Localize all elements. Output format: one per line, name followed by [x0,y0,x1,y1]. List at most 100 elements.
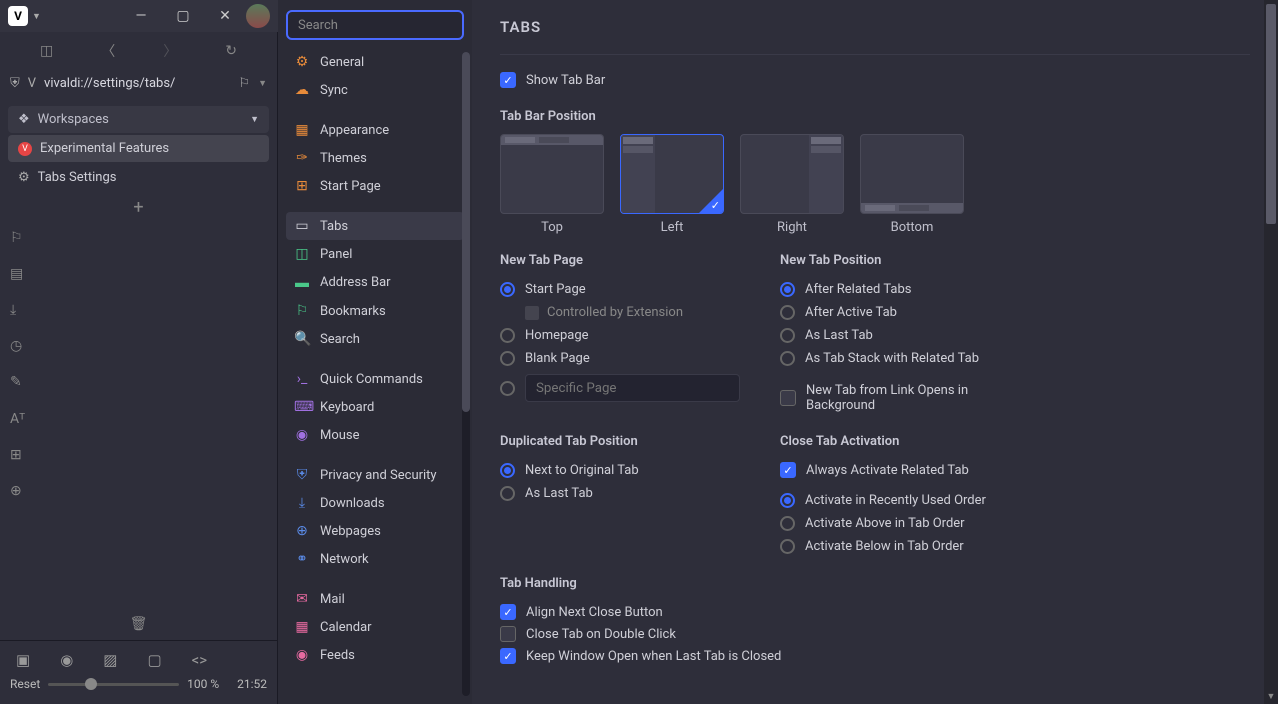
nav-startpage[interactable]: ⊞Start Page [286,172,464,200]
profile-avatar[interactable] [246,4,270,28]
radio-start-page[interactable]: Start Page [500,278,740,301]
settings-content: TABS ✓ Show Tab Bar Tab Bar Position Top… [472,0,1278,704]
tab-label: Tabs Settings [38,170,117,185]
tab-position-bottom[interactable]: Bottom [860,134,964,235]
radio-as-stack[interactable]: As Tab Stack with Related Tab [780,347,1020,370]
shield-icon: ⛨ [294,467,310,483]
downloads-panel-icon[interactable]: ⤓ [10,302,34,318]
new-tab-button[interactable]: + [8,191,269,224]
code-icon[interactable]: <> [192,651,207,669]
scroll-down-icon[interactable]: ▼ [1264,691,1278,702]
address-bar[interactable]: ⛨ V vivaldi://settings/tabs/ ⚐ ▼ [0,66,277,100]
search-icon: 🔍 [294,331,310,347]
radio-homepage[interactable]: Homepage [500,324,740,347]
radio-after-related[interactable]: After Related Tabs [780,278,1020,301]
content-scrollbar[interactable]: ▲ ▼ [1264,0,1278,704]
zoom-reset-button[interactable]: Reset [10,677,40,691]
tab-position-right[interactable]: Right [740,134,844,235]
workspaces-header[interactable]: ❖ Workspaces ▼ [8,106,269,133]
cloud-icon: ☁ [294,82,310,98]
close-window-button[interactable]: ✕ [204,0,246,32]
url-dropdown-icon[interactable]: ▼ [258,78,267,89]
nav-network[interactable]: ⚭Network [286,545,464,573]
window-panel-icon[interactable]: ⊞ [10,447,34,463]
checkbox-always-related[interactable]: ✓Always Activate Related Tab [780,459,1020,481]
checkbox-align-close[interactable]: ✓Align Next Close Button [500,601,1250,623]
download-icon: ⤓ [294,495,310,511]
status-bar: ▣ ◉ ▨ ▢ <> Reset 100 % 21:52 [0,640,277,704]
nav-toolbar: ◫ 〈 〉 ↻ [0,36,277,66]
translate-panel-icon[interactable]: Aᵀ [10,410,34,427]
nav-themes[interactable]: ✑Themes [286,144,464,172]
radio-recent-order[interactable]: Activate in Recently Used Order [780,489,1020,512]
nav-mouse[interactable]: ◉Mouse [286,421,464,449]
vivaldi-icon: V [28,76,36,91]
nav-sync[interactable]: ☁Sync [286,76,464,104]
tab-position-top[interactable]: Top [500,134,604,235]
reload-button[interactable]: ↻ [225,43,237,59]
section-close-activation: Close Tab Activation [780,434,1020,449]
nav-quickcommands[interactable]: ›_Quick Commands [286,365,464,393]
panel-toggle-icon[interactable]: ◫ [40,43,53,59]
trash-icon[interactable]: 🗑 [0,608,277,640]
sidebar-scrollbar[interactable] [462,52,470,696]
globe-icon: ⊕ [294,523,310,539]
controlled-by-extension: Controlled by Extension [525,305,683,320]
image-toggle-icon[interactable]: ▨ [103,651,117,669]
gear-icon: ⚙ [18,170,30,185]
tab-tabs-settings[interactable]: ⚙ Tabs Settings [8,164,269,191]
radio-after-active[interactable]: After Active Tab [780,301,1020,324]
maximize-button[interactable]: ▢ [162,0,204,32]
checkbox-icon: ✓ [500,72,516,88]
radio-blank-page[interactable]: Blank Page [500,347,740,370]
checkbox-link-background[interactable]: New Tab from Link Opens in Background [780,380,1020,416]
radio-dup-next[interactable]: Next to Original Tab [500,459,740,482]
nav-keyboard[interactable]: ⌨Keyboard [286,393,464,421]
nav-addressbar[interactable]: ▬Address Bar [286,268,464,297]
show-tab-bar-checkbox[interactable]: ✓ Show Tab Bar [500,69,1250,91]
minimize-button[interactable]: — [120,0,162,32]
reading-list-icon[interactable]: ▤ [10,266,34,282]
nav-calendar[interactable]: ▦Calendar [286,613,464,641]
nav-search[interactable]: 🔍Search [286,325,464,353]
bookmark-icon: ⚐ [294,303,310,319]
tab-position-left[interactable]: ✓ Left [620,134,724,235]
tile-icon[interactable]: ▣ [16,651,30,669]
forward-button[interactable]: 〉 [163,41,177,61]
radio-specific-page[interactable] [500,370,740,406]
specific-page-input[interactable] [525,374,740,402]
page-actions-icon[interactable]: ▢ [147,651,161,669]
nav-mail[interactable]: ✉Mail [286,585,464,613]
nav-privacy[interactable]: ⛨Privacy and Security [286,461,464,489]
settings-sidebar: Search ⚙General ☁Sync ▦Appearance ✑Theme… [278,0,472,704]
checkbox-close-dblclick[interactable]: Close Tab on Double Click [500,623,1250,645]
add-panel-icon[interactable]: ⊕ [10,483,34,499]
nav-general[interactable]: ⚙General [286,48,464,76]
radio-above-order[interactable]: Activate Above in Tab Order [780,512,1020,535]
page-title: TABS [500,18,1250,36]
bookmark-icon[interactable]: ⚐ [238,76,250,91]
section-new-tab-page: New Tab Page [500,253,740,268]
checkbox-keep-window-open[interactable]: ✓Keep Window Open when Last Tab is Close… [500,645,1250,667]
radio-below-order[interactable]: Activate Below in Tab Order [780,535,1020,558]
nav-appearance[interactable]: ▦Appearance [286,116,464,144]
tab-experimental-features[interactable]: V Experimental Features [8,135,269,162]
notes-panel-icon[interactable]: ✎ [10,374,34,390]
bookmarks-panel-icon[interactable]: ⚐ [10,230,34,246]
history-panel-icon[interactable]: ◷ [10,338,34,354]
nav-feeds[interactable]: ◉Feeds [286,641,464,669]
radio-as-last[interactable]: As Last Tab [780,324,1020,347]
capture-icon[interactable]: ◉ [60,651,73,669]
back-button[interactable]: 〈 [101,41,115,61]
nav-bookmarks[interactable]: ⚐Bookmarks [286,297,464,325]
shield-icon[interactable]: ⛨ [10,76,20,91]
zoom-slider[interactable] [48,683,179,686]
nav-webpages[interactable]: ⊕Webpages [286,517,464,545]
nav-panel[interactable]: ◫Panel [286,240,464,268]
radio-dup-last[interactable]: As Last Tab [500,482,740,505]
workspaces-label: Workspaces [38,112,109,127]
nav-tabs[interactable]: ▭Tabs [286,212,464,240]
nav-downloads[interactable]: ⤓Downloads [286,489,464,517]
settings-search-input[interactable]: Search [286,10,464,40]
app-menu-chevron-icon[interactable]: ▼ [32,11,41,22]
